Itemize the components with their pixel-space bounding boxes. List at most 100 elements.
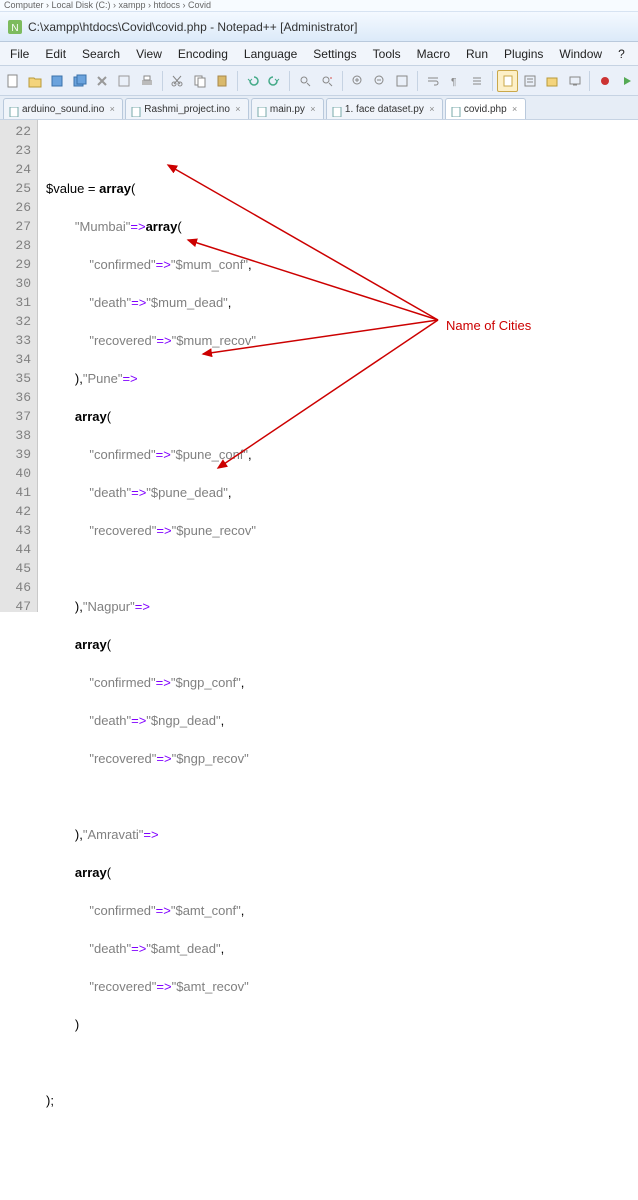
line-number: 27 — [0, 217, 31, 236]
function-list-icon[interactable] — [519, 70, 540, 92]
tab-arduino-sound[interactable]: arduino_sound.ino× — [3, 98, 123, 119]
code-line: "confirmed"=>"$ngp_conf", — [46, 673, 638, 692]
toolbar-separator — [342, 71, 343, 91]
editor-area: 22 23 24 25 26 27 28 29 30 31 32 33 34 3… — [0, 120, 638, 612]
show-all-chars-icon[interactable]: ¶ — [444, 70, 465, 92]
code-line — [46, 559, 638, 578]
tab-close-icon[interactable]: × — [308, 104, 318, 114]
line-number: 38 — [0, 426, 31, 445]
line-number: 39 — [0, 445, 31, 464]
menu-run[interactable]: Run — [458, 44, 496, 64]
monitor-icon[interactable] — [564, 70, 585, 92]
tab-main-py[interactable]: main.py× — [251, 98, 324, 119]
code-editor[interactable]: $value = array( "Mumbai"=>array( "confir… — [38, 120, 638, 612]
menu-language[interactable]: Language — [236, 44, 305, 64]
copy-icon[interactable] — [189, 70, 210, 92]
tab-close-icon[interactable]: × — [233, 104, 243, 114]
tab-close-icon[interactable]: × — [427, 104, 437, 114]
line-number: 42 — [0, 502, 31, 521]
menu-plugins[interactable]: Plugins — [496, 44, 551, 64]
code-line: ),"Amravati"=> — [46, 825, 638, 844]
menu-file[interactable]: File — [2, 44, 37, 64]
doc-map-icon[interactable] — [497, 70, 518, 92]
undo-icon[interactable] — [242, 70, 263, 92]
folder-view-icon[interactable] — [542, 70, 563, 92]
menu-encoding[interactable]: Encoding — [170, 44, 236, 64]
file-icon — [131, 104, 141, 114]
menu-view[interactable]: View — [128, 44, 170, 64]
line-number: 30 — [0, 274, 31, 293]
line-number: 29 — [0, 255, 31, 274]
line-number: 28 — [0, 236, 31, 255]
file-icon — [257, 104, 267, 114]
code-line: "death"=>"$ngp_dead", — [46, 711, 638, 730]
line-number: 35 — [0, 369, 31, 388]
menu-search[interactable]: Search — [74, 44, 128, 64]
tab-covid-php[interactable]: covid.php× — [445, 98, 526, 119]
zoom-in-icon[interactable] — [347, 70, 368, 92]
menubar: File Edit Search View Encoding Language … — [0, 42, 638, 66]
tab-close-icon[interactable]: × — [107, 104, 117, 114]
play-macro-icon[interactable] — [617, 70, 638, 92]
file-icon — [451, 104, 461, 114]
close-icon[interactable] — [91, 70, 112, 92]
code-line: ) — [46, 1015, 638, 1034]
paste-icon[interactable] — [211, 70, 232, 92]
line-number: 24 — [0, 160, 31, 179]
record-macro-icon[interactable] — [594, 70, 615, 92]
svg-text:¶: ¶ — [451, 77, 456, 88]
line-number: 22 — [0, 122, 31, 141]
menu-edit[interactable]: Edit — [37, 44, 74, 64]
close-all-icon[interactable] — [114, 70, 135, 92]
replace-icon[interactable] — [317, 70, 338, 92]
code-line: "recovered"=>"$mum_recov" — [46, 331, 638, 350]
line-number: 41 — [0, 483, 31, 502]
code-line: "confirmed"=>"$mum_conf", — [46, 255, 638, 274]
toolbar: ¶ — [0, 66, 638, 96]
line-number: 33 — [0, 331, 31, 350]
code-line: ),"Pune"=> — [46, 369, 638, 388]
find-icon[interactable] — [294, 70, 315, 92]
tab-label: Rashmi_project.ino — [144, 104, 230, 115]
menu-tools[interactable]: Tools — [365, 44, 409, 64]
window-titlebar: N C:\xampp\htdocs\Covid\covid.php - Note… — [0, 12, 638, 42]
tab-close-icon[interactable]: × — [510, 104, 520, 114]
tab-rashmi-project[interactable]: Rashmi_project.ino× — [125, 98, 249, 119]
code-line — [46, 1053, 638, 1072]
code-line: "death"=>"$mum_dead", — [46, 293, 638, 312]
zoom-out-icon[interactable] — [369, 70, 390, 92]
toolbar-separator — [589, 71, 590, 91]
new-file-icon[interactable] — [2, 70, 23, 92]
toolbar-separator — [237, 71, 238, 91]
line-number: 34 — [0, 350, 31, 369]
save-all-icon[interactable] — [69, 70, 90, 92]
sync-v-icon[interactable] — [392, 70, 413, 92]
line-number: 25 — [0, 179, 31, 198]
cut-icon[interactable] — [166, 70, 187, 92]
menu-help[interactable]: ? — [610, 44, 633, 64]
tab-label: main.py — [270, 104, 305, 115]
code-line: "Mumbai"=>array( — [46, 217, 638, 236]
save-icon[interactable] — [47, 70, 68, 92]
line-number: 45 — [0, 559, 31, 578]
menu-macro[interactable]: Macro — [409, 44, 458, 64]
menu-window[interactable]: Window — [551, 44, 610, 64]
tab-face-dataset[interactable]: 1. face dataset.py× — [326, 98, 443, 119]
wordwrap-icon[interactable] — [422, 70, 443, 92]
annotation-text: Name of Cities — [446, 316, 531, 335]
code-line: "confirmed"=>"$pune_conf", — [46, 445, 638, 464]
line-number: 23 — [0, 141, 31, 160]
file-icon — [9, 104, 19, 114]
redo-icon[interactable] — [264, 70, 285, 92]
indent-guide-icon[interactable] — [467, 70, 488, 92]
open-file-icon[interactable] — [24, 70, 45, 92]
toolbar-separator — [492, 71, 493, 91]
svg-text:N: N — [11, 23, 18, 34]
print-icon[interactable] — [136, 70, 157, 92]
tab-label: 1. face dataset.py — [345, 104, 424, 115]
menu-settings[interactable]: Settings — [305, 44, 364, 64]
line-number: 37 — [0, 407, 31, 426]
code-line: "confirmed"=>"$amt_conf", — [46, 901, 638, 920]
line-number: 46 — [0, 578, 31, 597]
tab-bar: arduino_sound.ino× Rashmi_project.ino× m… — [0, 96, 638, 120]
